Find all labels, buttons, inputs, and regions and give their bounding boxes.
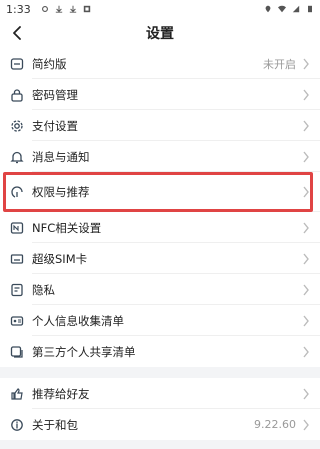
header: 设置 (0, 18, 320, 48)
chevron-right-icon (303, 151, 309, 162)
bell-icon (10, 150, 24, 164)
chevron-right-icon (303, 419, 309, 430)
row-label: 支付设置 (32, 118, 78, 133)
row-label: NFC相关设置 (32, 220, 102, 235)
row-about[interactable]: 关于和包 9.22.60 (0, 409, 320, 440)
status-bar: 1:33 (0, 0, 320, 18)
row-label: 第三方个人共享清单 (32, 344, 136, 359)
chevron-right-icon (303, 346, 309, 357)
row-label: 隐私 (32, 282, 55, 297)
gear-icon (10, 119, 24, 133)
image-status-icon (83, 5, 90, 13)
row-label: 消息与通知 (32, 149, 90, 164)
download-status-icon (69, 5, 76, 13)
signal-icon (292, 5, 300, 13)
row-super-sim[interactable]: 超级SIM卡 (0, 243, 320, 274)
chevron-right-icon (303, 253, 309, 264)
row-nfc-settings[interactable]: NFC相关设置 (0, 212, 320, 243)
chevron-right-icon (303, 315, 309, 326)
chevron-right-icon (303, 222, 309, 233)
row-messages-notifications[interactable]: 消息与通知 (0, 141, 320, 172)
row-label: 简约版 (32, 56, 67, 71)
thumbs-up-icon (10, 387, 24, 401)
id-card-icon (10, 314, 24, 328)
chevron-right-icon (303, 58, 309, 69)
wifi-icon (278, 5, 286, 13)
row-label: 密码管理 (32, 87, 78, 102)
row-label: 推荐给好友 (32, 386, 90, 401)
chevron-right-icon (303, 388, 309, 399)
info-icon (10, 418, 24, 432)
status-time: 1:33 (6, 2, 31, 16)
row-label: 超级SIM卡 (32, 251, 88, 266)
page-title: 设置 (146, 26, 174, 42)
row-third-party-share-list[interactable]: 第三方个人共享清单 (0, 336, 320, 367)
chevron-right-icon (303, 89, 309, 100)
row-simple-mode[interactable]: 简约版 未开启 (0, 48, 320, 79)
lock-icon (10, 88, 24, 102)
settings-list-secondary: 推荐给好友 关于和包 9.22.60 (0, 378, 320, 440)
highlight-box (3, 172, 313, 212)
gear-status-icon (41, 6, 48, 12)
row-value: 9.22.60 (254, 418, 296, 431)
back-button[interactable] (6, 22, 28, 44)
chevron-right-icon (303, 120, 309, 131)
simple-icon (10, 57, 24, 71)
download-status-icon (55, 5, 62, 13)
row-label: 个人信息收集清单 (32, 313, 124, 328)
row-privacy[interactable]: 隐私 (0, 274, 320, 305)
sim-icon (10, 252, 24, 266)
row-password-management[interactable]: 密码管理 (0, 79, 320, 110)
row-label: 关于和包 (32, 417, 78, 432)
location-icon (265, 5, 271, 13)
row-value: 未开启 (263, 57, 296, 71)
nfc-icon (10, 221, 24, 235)
row-personal-info-list[interactable]: 个人信息收集清单 (0, 305, 320, 336)
battery-icon (308, 5, 312, 13)
row-recommend-friends[interactable]: 推荐给好友 (0, 378, 320, 409)
share-list-icon (10, 345, 24, 359)
privacy-icon (10, 283, 24, 297)
chevron-left-icon (13, 26, 21, 40)
chevron-right-icon (303, 284, 309, 295)
row-payment-settings[interactable]: 支付设置 (0, 110, 320, 141)
